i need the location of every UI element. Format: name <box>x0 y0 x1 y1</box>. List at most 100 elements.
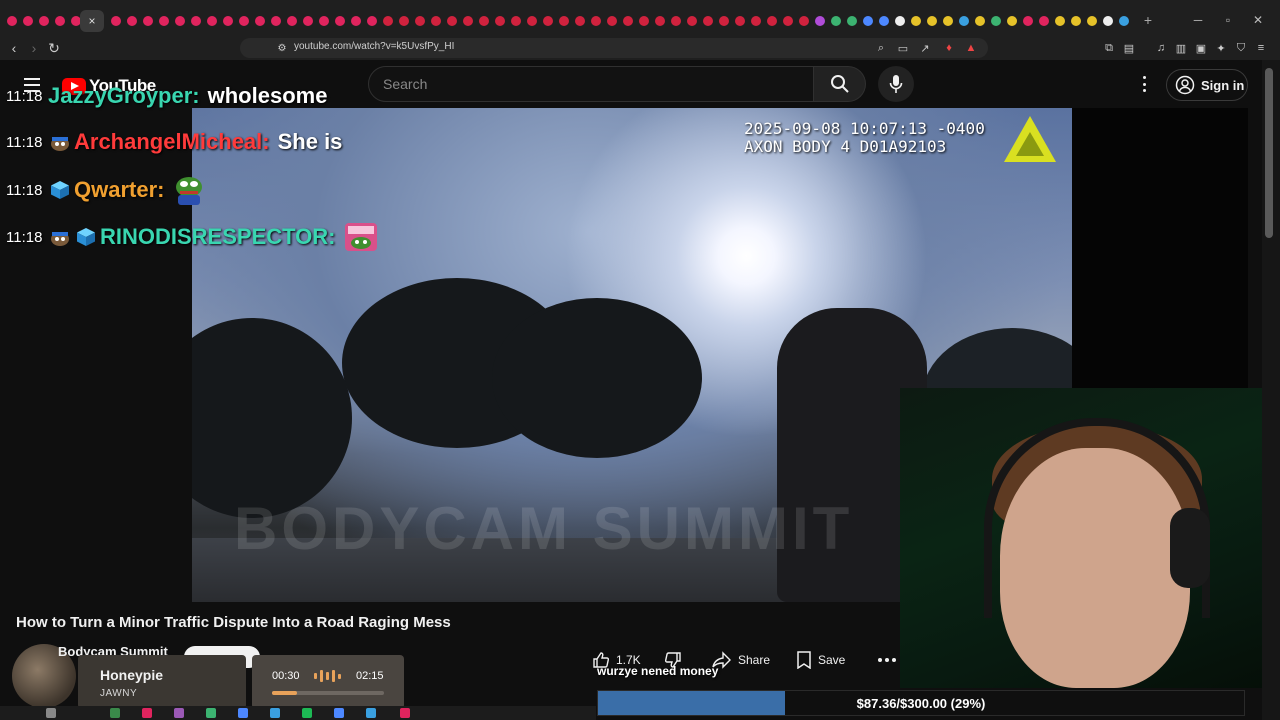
chat-username[interactable]: ArchangelMicheal: <box>74 129 270 155</box>
tab-favicon-icon[interactable] <box>172 14 188 28</box>
taskbar-app-icon[interactable] <box>334 708 344 718</box>
tab-favicon-icon[interactable] <box>220 14 236 28</box>
tab-favicon-icon[interactable] <box>588 14 604 28</box>
tab-favicon-icon[interactable] <box>1036 14 1052 28</box>
taskbar-app-icon[interactable] <box>302 708 312 718</box>
tab-favicon-icon[interactable] <box>252 14 268 28</box>
wallet-icon[interactable]: ▣ <box>1194 41 1208 55</box>
tab-favicon-icon[interactable] <box>908 14 924 28</box>
tab-favicon-icon[interactable] <box>1052 14 1068 28</box>
tab-favicon-icon[interactable] <box>1004 14 1020 28</box>
taskbar-app-icon[interactable] <box>270 708 280 718</box>
tab-favicon-icon[interactable] <box>20 14 36 28</box>
site-info-icon[interactable]: ⚙ <box>274 40 290 56</box>
tab-favicon-icon[interactable] <box>412 14 428 28</box>
tab-favicon-icon[interactable] <box>700 14 716 28</box>
sign-in-button[interactable]: Sign in <box>1166 69 1248 101</box>
menu-icon[interactable]: ≡ <box>1254 41 1268 55</box>
tab-favicon-icon[interactable] <box>652 14 668 28</box>
scrollbar-thumb[interactable] <box>1265 68 1273 238</box>
tab-favicon-icon[interactable] <box>732 14 748 28</box>
share-button[interactable]: Share <box>712 646 770 674</box>
tab-favicon-icon[interactable] <box>492 14 508 28</box>
tab-favicon-icon[interactable] <box>460 14 476 28</box>
share-page-icon[interactable]: ↗ <box>918 41 932 55</box>
tab-favicon-icon[interactable] <box>684 14 700 28</box>
tab-favicon-icon[interactable] <box>204 14 220 28</box>
tab-favicon-icon[interactable] <box>972 14 988 28</box>
more-actions-icon[interactable] <box>876 646 898 674</box>
tab-favicon-icon[interactable] <box>476 14 492 28</box>
tab-favicon-icon[interactable] <box>748 14 764 28</box>
search-input[interactable]: Search <box>368 66 814 102</box>
tab-favicon-icon[interactable] <box>316 14 332 28</box>
settings-kebab-icon[interactable] <box>1136 74 1152 94</box>
zoom-icon[interactable]: ⌕ <box>874 41 888 55</box>
tab-favicon-icon[interactable] <box>892 14 908 28</box>
reload-icon[interactable]: ↻ <box>46 40 62 56</box>
tab-favicon-icon[interactable] <box>636 14 652 28</box>
tab-favicon-icon[interactable] <box>124 14 140 28</box>
video-title[interactable]: How to Turn a Minor Traffic Dispute Into… <box>16 614 451 631</box>
new-tab-button[interactable]: + <box>1140 12 1156 28</box>
close-window-icon[interactable]: ✕ <box>1250 12 1266 28</box>
tab-favicon-icon[interactable] <box>524 14 540 28</box>
brave-shield-icon[interactable]: ♦ <box>942 41 956 55</box>
tab-favicon-icon[interactable] <box>284 14 300 28</box>
tab-favicon-icon[interactable] <box>796 14 812 28</box>
sidebar-icon[interactable]: ▥ <box>1174 41 1188 55</box>
tab-favicon-icon[interactable] <box>380 14 396 28</box>
tab-favicon-icon[interactable] <box>188 14 204 28</box>
leo-icon[interactable]: ✦ <box>1214 41 1228 55</box>
extensions-icon[interactable]: ⧉ <box>1102 41 1116 55</box>
chat-username[interactable]: RINODISRESPECTOR: <box>100 224 336 250</box>
back-arrow-icon[interactable]: ‹ <box>6 40 22 56</box>
tab-favicon-icon[interactable] <box>1084 14 1100 28</box>
tab-favicon-icon[interactable] <box>844 14 860 28</box>
tab-favicon-icon[interactable] <box>108 14 124 28</box>
chat-username[interactable]: Qwarter: <box>74 177 164 203</box>
reader-icon[interactable]: ▤ <box>1122 41 1136 55</box>
vpn-icon[interactable]: ⛉ <box>1234 41 1248 55</box>
tab-favicon-icon[interactable] <box>828 14 844 28</box>
tab-favicon-icon[interactable] <box>300 14 316 28</box>
tab-favicon-icon[interactable] <box>940 14 956 28</box>
tab-favicon-icon[interactable] <box>444 14 460 28</box>
tab-favicon-icon[interactable] <box>4 14 20 28</box>
tab-favicon-icon[interactable] <box>540 14 556 28</box>
tab-favicon-icon[interactable] <box>556 14 572 28</box>
tab-favicon-icon[interactable] <box>396 14 412 28</box>
tab-favicon-icon[interactable] <box>36 14 52 28</box>
tab-favicon-icon[interactable] <box>332 14 348 28</box>
tab-favicon-icon[interactable] <box>268 14 284 28</box>
tab-favicon-icon[interactable] <box>428 14 444 28</box>
tab-favicon-icon[interactable] <box>348 14 364 28</box>
tab-favicon-icon[interactable] <box>780 14 796 28</box>
active-tab-close-button[interactable]: × <box>80 10 104 32</box>
tab-favicon-icon[interactable] <box>620 14 636 28</box>
tab-favicon-icon[interactable] <box>876 14 892 28</box>
tab-favicon-icon[interactable] <box>140 14 156 28</box>
taskbar-app-icon[interactable] <box>46 708 56 718</box>
tab-favicon-icon[interactable] <box>1068 14 1084 28</box>
tab-favicon-icon[interactable] <box>764 14 780 28</box>
taskbar-app-icon[interactable] <box>238 708 248 718</box>
taskbar-app-icon[interactable] <box>366 708 376 718</box>
tab-favicon-icon[interactable] <box>956 14 972 28</box>
tab-favicon-icon[interactable] <box>924 14 940 28</box>
minimize-icon[interactable]: ─ <box>1190 12 1206 28</box>
save-button[interactable]: Save <box>796 646 845 674</box>
voice-search-button[interactable] <box>878 66 914 102</box>
tab-favicon-icon[interactable] <box>1020 14 1036 28</box>
tab-favicon-icon[interactable] <box>604 14 620 28</box>
tab-favicon-icon[interactable] <box>508 14 524 28</box>
brave-rewards-icon[interactable]: ▲ <box>964 41 978 55</box>
taskbar-app-icon[interactable] <box>400 708 410 718</box>
chat-username[interactable]: JazzyGroyper: <box>48 83 200 109</box>
tab-favicon-icon[interactable] <box>812 14 828 28</box>
tab-favicon-icon[interactable] <box>52 14 68 28</box>
tab-favicon-icon[interactable] <box>860 14 876 28</box>
tab-favicon-icon[interactable] <box>716 14 732 28</box>
maximize-icon[interactable]: ▫ <box>1220 12 1236 28</box>
taskbar-app-icon[interactable] <box>110 708 120 718</box>
